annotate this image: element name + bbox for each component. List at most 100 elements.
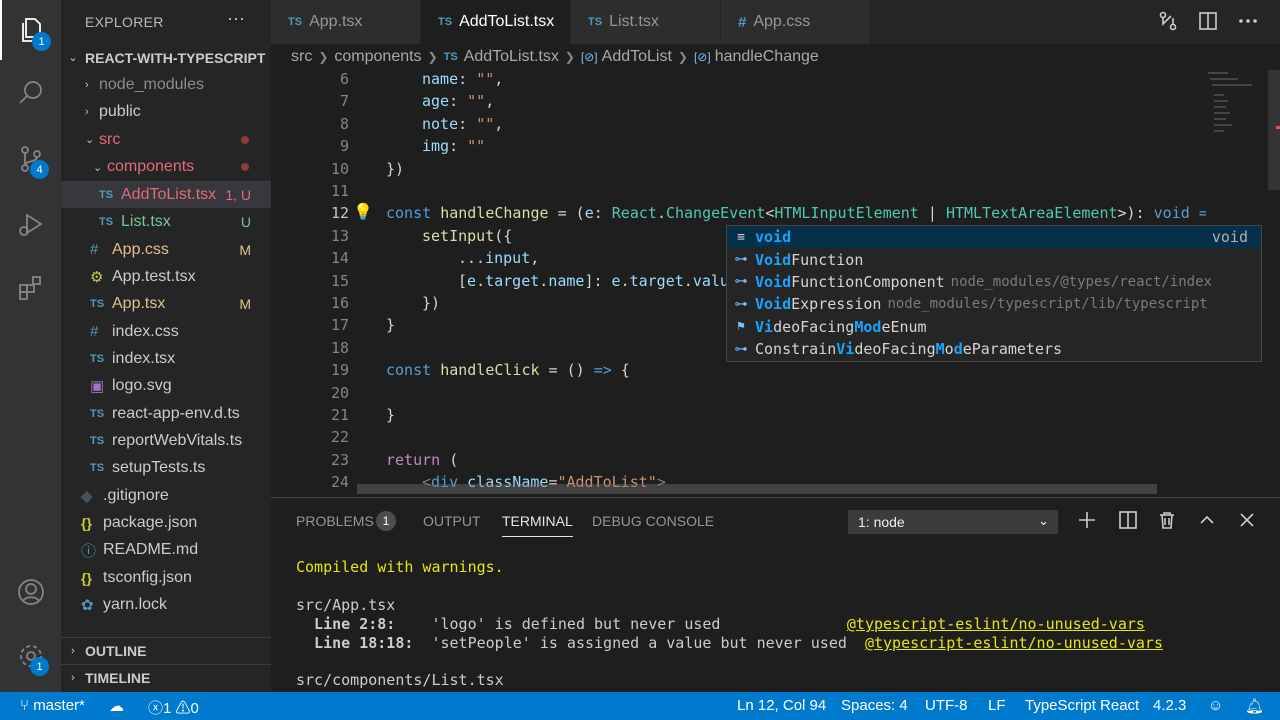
more-actions-icon[interactable] bbox=[1237, 10, 1261, 34]
warning-icon: ⚠ bbox=[175, 700, 191, 717]
tree-item-app-test[interactable]: ⚙ App.test.tsx bbox=[61, 263, 271, 290]
breadcrumb-function[interactable]: handleChange bbox=[715, 48, 819, 66]
account-icon[interactable] bbox=[0, 562, 61, 622]
tree-item-yarn-lock[interactable]: ✿ yarn.lock bbox=[61, 591, 271, 618]
explorer-icon[interactable]: 1 bbox=[0, 0, 61, 60]
close-panel-icon[interactable] bbox=[1237, 510, 1259, 532]
modified-dot bbox=[241, 163, 249, 172]
tab-list-tsx[interactable]: TS List.tsx bbox=[571, 0, 721, 44]
explorer-title: EXPLORER bbox=[85, 14, 164, 30]
tree-item-readme[interactable]: ⓘ README.md bbox=[61, 537, 271, 564]
tree-item-app-css[interactable]: # App.css M bbox=[61, 236, 271, 263]
code-line: }) bbox=[386, 159, 405, 178]
timeline-section-header[interactable]: › TIMELINE bbox=[61, 664, 271, 691]
tab-debug-console[interactable]: DEBUG CONSOLE bbox=[592, 513, 714, 529]
typescript-version[interactable]: 4.2.3 bbox=[1153, 697, 1186, 714]
search-icon[interactable] bbox=[0, 63, 61, 123]
line-number: 24 bbox=[330, 473, 349, 492]
tree-item-gitignore[interactable]: ◆ .gitignore bbox=[61, 482, 271, 509]
suggestion-item[interactable]: ≡ void void bbox=[727, 226, 1261, 249]
branch-indicator[interactable]: ⑂ master* bbox=[20, 697, 85, 714]
code-line: const handleClick = () => { bbox=[386, 361, 630, 380]
chevron-right-icon: › bbox=[71, 672, 75, 684]
tab-terminal[interactable]: TERMINAL bbox=[502, 513, 573, 537]
source-control-icon[interactable]: 4 bbox=[0, 129, 61, 189]
tab-problems[interactable]: PROBLEMS bbox=[296, 513, 374, 529]
more-actions-icon[interactable]: ··· bbox=[227, 8, 245, 29]
tree-item-report-web-vitals[interactable]: TS reportWebVitals.ts bbox=[61, 427, 271, 454]
file-status: 1, U bbox=[225, 186, 251, 203]
extensions-icon[interactable] bbox=[0, 258, 61, 318]
vertical-scrollbar[interactable] bbox=[1268, 70, 1280, 190]
chevron-right-icon: › bbox=[85, 106, 89, 119]
manage-gear-icon[interactable]: 1 bbox=[0, 626, 61, 686]
outline-section-header[interactable]: › OUTLINE bbox=[61, 637, 271, 664]
bottom-panel: PROBLEMS 1 OUTPUT TERMINAL DEBUG CONSOLE… bbox=[271, 497, 1280, 692]
trash-icon[interactable] bbox=[1157, 510, 1179, 532]
breadcrumb-component[interactable]: AddToList bbox=[602, 48, 672, 66]
tree-item-react-app-env[interactable]: TS react-app-env.d.ts bbox=[61, 400, 271, 427]
tree-item-index-tsx[interactable]: TS index.tsx bbox=[61, 345, 271, 372]
tree-item-label: README.md bbox=[103, 541, 199, 559]
suggestion-item[interactable]: ⊶ Void Function bbox=[727, 248, 1261, 270]
tree-item-node-modules[interactable]: › node_modules bbox=[61, 71, 271, 98]
tree-item-public[interactable]: › public bbox=[61, 99, 271, 126]
horizontal-scrollbar[interactable] bbox=[357, 484, 1157, 494]
sync-icon[interactable]: ☁ bbox=[109, 697, 124, 715]
tree-item-label: reportWebVitals.ts bbox=[112, 431, 243, 449]
split-editor-icon[interactable] bbox=[1197, 10, 1221, 34]
tab-output[interactable]: OUTPUT bbox=[423, 513, 481, 529]
project-section-header[interactable]: ⌄ REACT-WITH-TYPESCRIPT bbox=[61, 44, 271, 71]
indentation[interactable]: Spaces: 4 bbox=[841, 697, 908, 714]
terminal-line: Line 2:8: 'logo' is defined but never us… bbox=[296, 615, 1145, 633]
tree-item-logo-svg[interactable]: ▣ logo.svg bbox=[61, 373, 271, 400]
code-line: name: "", bbox=[422, 70, 504, 88]
tab-app-tsx[interactable]: TS App.tsx bbox=[271, 0, 421, 44]
line-number: 23 bbox=[330, 450, 349, 469]
maximize-panel-icon[interactable] bbox=[1197, 510, 1219, 532]
terminal-select[interactable]: 1: node ⌄ bbox=[848, 510, 1058, 534]
tab-app-css[interactable]: # App.css bbox=[721, 0, 871, 44]
tree-item-src[interactable]: ⌄ src bbox=[61, 126, 271, 153]
suggestion-item[interactable]: ⊶ Constrain Vi deoFacing Mo d eParameters bbox=[727, 338, 1261, 360]
tree-item-package-json[interactable]: {} package.json bbox=[61, 509, 271, 536]
terminal-line: src/App.tsx bbox=[296, 596, 396, 614]
line-number: 7 bbox=[339, 92, 349, 111]
tree-item-index-css[interactable]: # index.css bbox=[61, 318, 271, 345]
cursor-position[interactable]: Ln 12, Col 94 bbox=[737, 697, 826, 714]
line-number: 15 bbox=[330, 271, 349, 290]
tree-item-addtolist[interactable]: TS AddToList.tsx 1, U bbox=[61, 181, 271, 209]
feedback-icon[interactable]: ☺ bbox=[1208, 697, 1223, 714]
interface-icon: ⊶ bbox=[734, 252, 748, 268]
lightbulb-icon[interactable]: 💡 bbox=[353, 202, 373, 221]
breadcrumb-src[interactable]: src bbox=[291, 48, 312, 66]
breadcrumb-file[interactable]: AddToList.tsx bbox=[464, 48, 559, 66]
yarn-file-icon: ✿ bbox=[81, 596, 94, 614]
new-terminal-icon[interactable] bbox=[1077, 510, 1099, 532]
encoding[interactable]: UTF-8 bbox=[925, 697, 968, 714]
language-mode[interactable]: TypeScript React bbox=[1025, 697, 1139, 714]
breadcrumb-components[interactable]: components bbox=[334, 48, 421, 66]
run-debug-icon[interactable] bbox=[0, 194, 61, 254]
problems-indicator[interactable]: ⓧ1 ⚠0 bbox=[148, 697, 199, 718]
tab-addtolist-tsx[interactable]: TS AddToList.tsx bbox=[421, 0, 571, 44]
explorer-badge: 1 bbox=[32, 32, 51, 51]
tree-item-setup-tests[interactable]: TS setupTests.ts bbox=[61, 455, 271, 482]
notifications-bell-icon[interactable]: 🔔︎ bbox=[1245, 697, 1264, 715]
tree-item-tsconfig[interactable]: {} tsconfig.json bbox=[61, 564, 271, 591]
suggestion-item[interactable]: ⊶ Void Expression node_modules/typescript… bbox=[727, 293, 1261, 315]
open-changes-icon[interactable] bbox=[1157, 10, 1181, 34]
interface-icon: ⊶ bbox=[734, 341, 748, 357]
suggestion-item[interactable]: ⚑ Vi deoFacing Mod eEnum bbox=[727, 316, 1261, 338]
terminal-select-value: 1: node bbox=[858, 514, 905, 530]
suggest-widget[interactable]: ≡ void void ⊶ Void Function ⊶ Void Functio… bbox=[726, 225, 1262, 362]
tree-item-components[interactable]: ⌄ components bbox=[61, 154, 271, 181]
tree-item-list[interactable]: TS List.tsx U bbox=[61, 209, 271, 236]
interface-icon: ⊶ bbox=[734, 296, 748, 312]
tree-item-app-tsx[interactable]: TS App.tsx M bbox=[61, 291, 271, 318]
suggestion-item[interactable]: ⊶ Void FunctionComponent node_modules/@ty… bbox=[727, 271, 1261, 293]
line-number: 17 bbox=[330, 316, 349, 335]
end-of-line[interactable]: LF bbox=[988, 697, 1006, 714]
tree-item-label: components bbox=[107, 158, 195, 176]
split-terminal-icon[interactable] bbox=[1118, 510, 1140, 532]
